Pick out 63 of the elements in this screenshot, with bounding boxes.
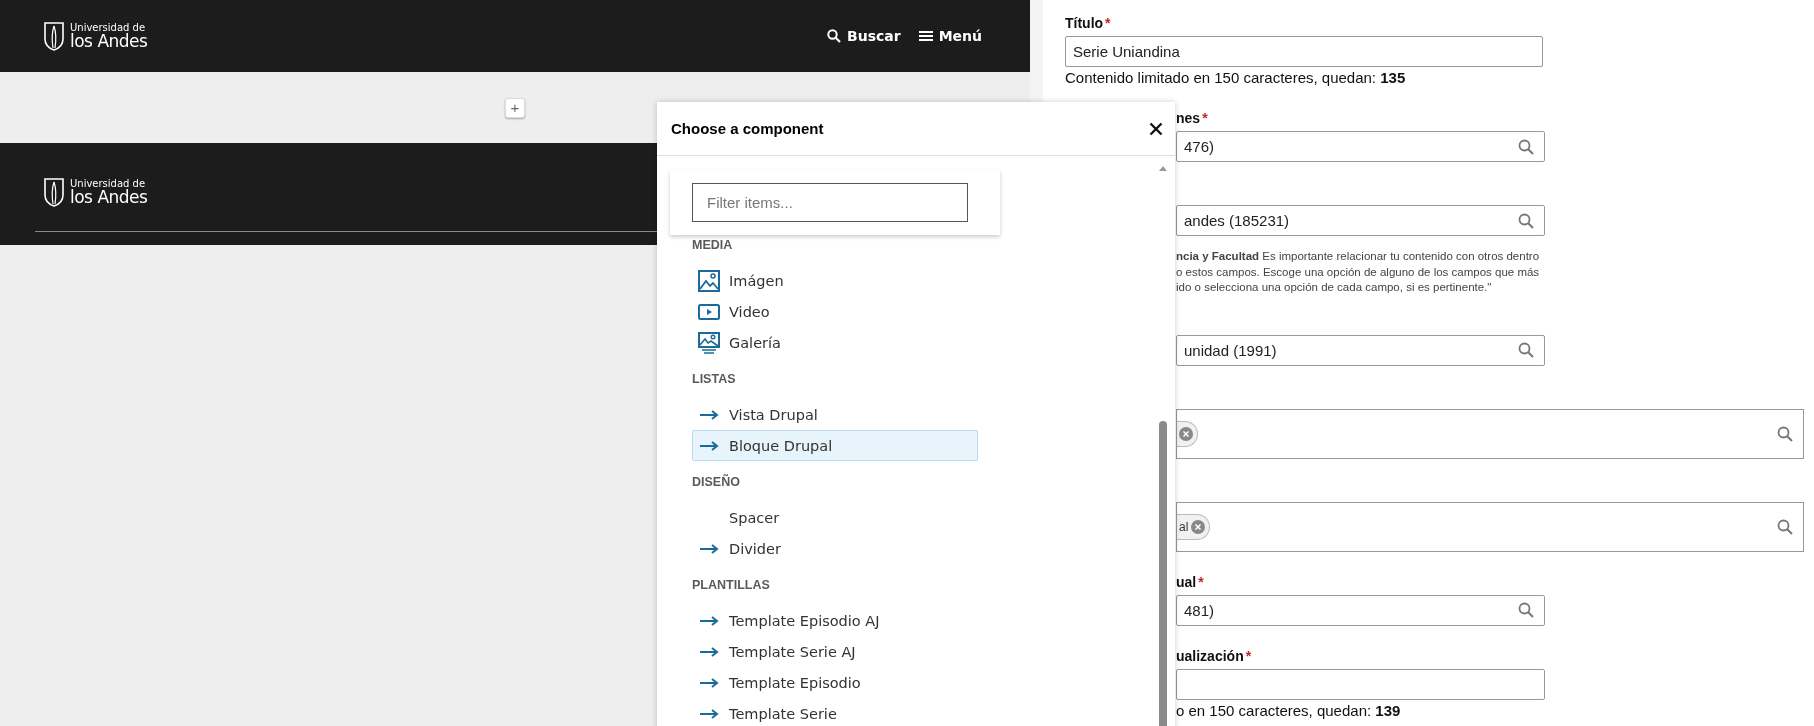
autocomplete-field[interactable]: unidad (1991) <box>1176 334 1545 366</box>
required-mark: * <box>1105 14 1111 32</box>
menu-icon <box>918 31 933 41</box>
help-text: Contenido limitado en 150 caracteres, quedan: 135 <box>1065 68 1407 88</box>
component-item[interactable]: Imágen <box>692 265 978 296</box>
search-icon[interactable] <box>1518 138 1534 155</box>
help-text: ncia y Facultad Es importante relacionar tu contenido con otros dentro o estos campos. Escoge una opción de alguno de los campos que más ido o selecciona una opción de cada campo, si es pertinente." <box>1176 249 1541 295</box>
tag-field[interactable]: al <box>1176 501 1804 552</box>
field-label: ualización <box>1176 646 1244 665</box>
help-text: o en 150 caracteres, quedan: 139 <box>1176 700 1402 721</box>
arrow-icon <box>697 409 721 420</box>
section-heading: LISTAS <box>692 371 737 388</box>
text-input[interactable] <box>1176 668 1545 700</box>
section-heading: DISEÑO <box>692 473 741 491</box>
remove-icon[interactable] <box>1179 426 1193 441</box>
search-icon[interactable] <box>1518 342 1534 358</box>
close-button[interactable] <box>1149 121 1163 136</box>
menu-button[interactable]: Menú <box>918 28 982 44</box>
field-label: ual <box>1176 572 1197 591</box>
scroll-up-icon[interactable] <box>1159 166 1167 171</box>
arrow-icon <box>697 677 721 688</box>
component-item[interactable]: Vista Drupal <box>692 399 978 430</box>
section-heading: PLANTILLAS <box>692 577 771 594</box>
gallery-icon <box>697 331 721 354</box>
component-item[interactable]: Video <box>692 296 978 327</box>
component-item[interactable]: Template Episodio <box>692 667 978 698</box>
component-item[interactable]: Divider <box>692 533 978 564</box>
dialog-title: Choose a component <box>671 120 824 137</box>
remove-icon[interactable] <box>1191 519 1206 534</box>
component-item[interactable]: Bloque Drupal <box>692 430 978 461</box>
component-item[interactable]: Template Episodio AJ <box>692 605 978 636</box>
component-item[interactable]: Template Serie <box>692 698 978 726</box>
component-item[interactable]: Template Serie AJ <box>692 636 978 667</box>
text-input[interactable]: Serie Uniandina <box>1065 36 1543 67</box>
search-icon <box>827 29 841 43</box>
filter-input[interactable]: Filter items... <box>692 183 968 222</box>
image-icon <box>697 269 721 292</box>
tag-label: al <box>1179 519 1189 534</box>
autocomplete-field[interactable]: andes (185231) <box>1176 205 1545 236</box>
search-icon[interactable] <box>1777 518 1793 535</box>
arrow-icon <box>697 615 721 626</box>
autocomplete-field[interactable]: 481) <box>1176 594 1545 626</box>
arrow-icon <box>697 646 721 657</box>
search-button[interactable]: Buscar <box>827 28 901 44</box>
required-mark: * <box>1202 109 1208 127</box>
arrow-icon <box>697 708 721 719</box>
search-icon[interactable] <box>1518 212 1534 229</box>
component-item[interactable]: Spacer <box>692 502 978 533</box>
university-logo[interactable]: Universidad de los Andes <box>42 21 148 51</box>
component-item[interactable]: Galería <box>692 327 978 358</box>
play-icon <box>697 303 721 320</box>
arrow-icon <box>697 440 721 451</box>
add-button[interactable]: + <box>505 97 525 118</box>
section-heading: MEDIA <box>692 237 734 254</box>
search-icon[interactable] <box>1518 602 1534 618</box>
search-icon[interactable] <box>1777 425 1793 442</box>
required-mark: * <box>1245 646 1252 665</box>
required-mark: * <box>1198 572 1204 591</box>
field-label: nes <box>1176 109 1201 127</box>
arrow-icon <box>697 543 721 554</box>
tag-field[interactable] <box>1176 408 1804 459</box>
autocomplete-field[interactable]: 476) <box>1176 131 1545 162</box>
field-label: Título <box>1065 14 1104 32</box>
